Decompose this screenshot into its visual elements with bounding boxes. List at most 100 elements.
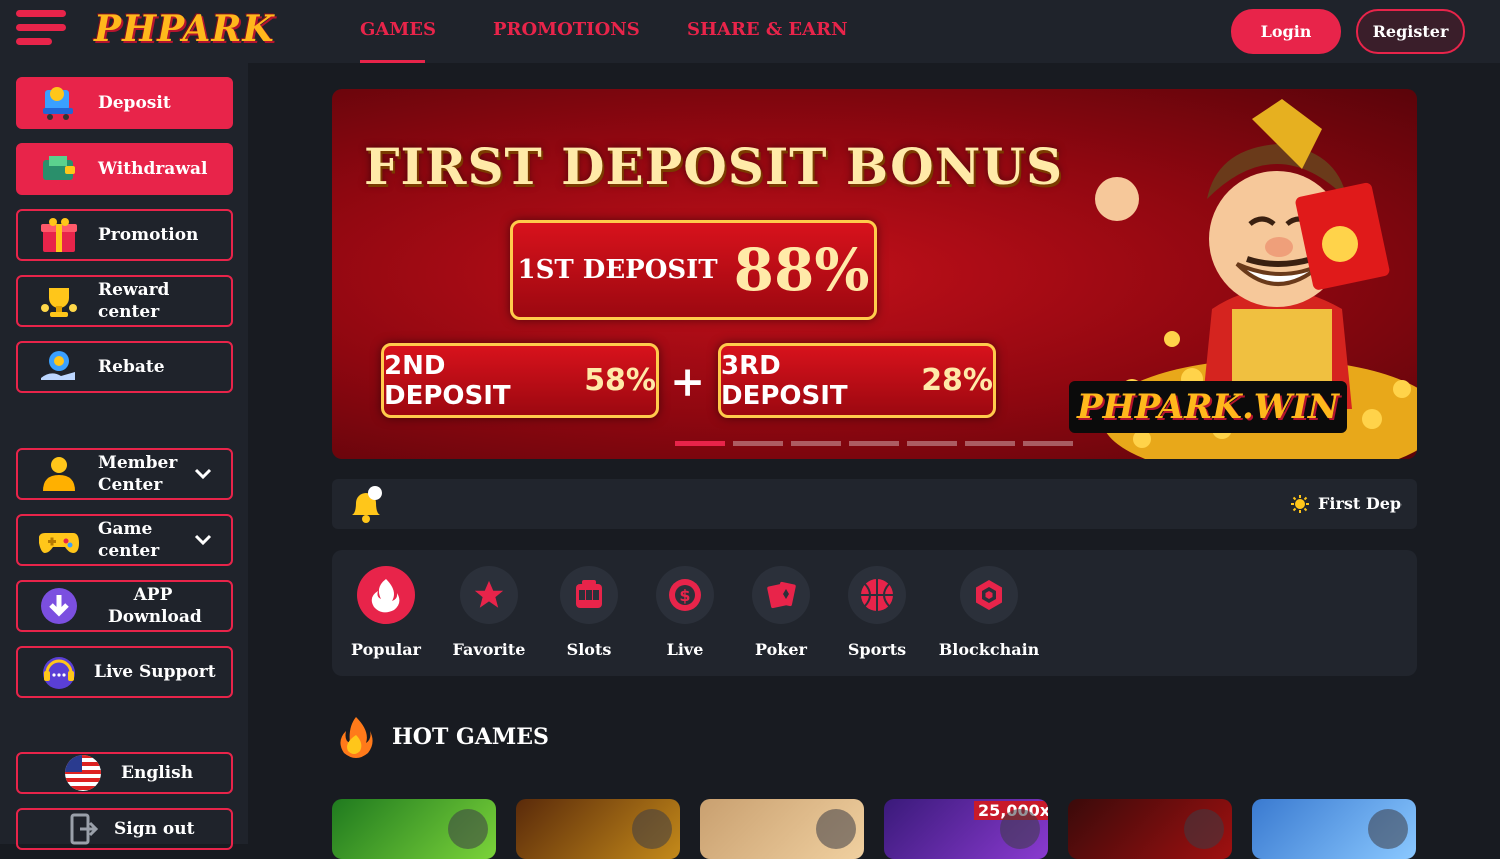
casino-chip-icon: $ <box>656 566 714 624</box>
category-label: Slots <box>566 640 612 659</box>
first-deposit-box: 1ST DEPOSIT 88% <box>510 220 877 320</box>
deposit-cart-icon <box>38 83 80 123</box>
category-popular[interactable]: Popular <box>341 566 431 659</box>
sidebar-item-label: Deposit <box>98 93 171 113</box>
second-deposit-label: 2ND DEPOSIT <box>384 350 511 411</box>
sidebar-item-promotion[interactable]: Promotion <box>16 209 233 261</box>
wallet-icon <box>38 149 80 189</box>
first-deposit-value: 88% <box>733 236 870 304</box>
star-icon <box>460 566 518 624</box>
category-label: Sports <box>847 640 907 659</box>
sidebar-item-label: Reward center <box>98 280 170 322</box>
announcement-bar: First Deposit <box>332 479 1417 529</box>
svg-text:$: $ <box>679 586 690 605</box>
category-live[interactable]: $ Live <box>640 566 730 659</box>
carousel-dots[interactable] <box>675 441 1073 446</box>
fire-icon <box>336 715 376 763</box>
chevron-down-icon[interactable] <box>193 464 213 484</box>
sidebar-item-label: Game center <box>98 519 160 561</box>
sidebar-item-member-center[interactable]: Member Center <box>16 448 233 500</box>
nav-tab-games[interactable]: GAMES <box>360 19 436 40</box>
heart-icon[interactable] <box>448 809 488 849</box>
category-poker[interactable]: Poker <box>736 566 826 659</box>
language-label: English <box>121 763 194 783</box>
game-card[interactable]: 25,000x <box>884 799 1048 859</box>
announcement-text: First Deposit <box>1318 494 1402 513</box>
bell-icon[interactable] <box>344 485 386 529</box>
heart-icon[interactable] <box>1000 809 1040 849</box>
login-button[interactable]: Login <box>1231 9 1341 54</box>
category-label: Live <box>666 640 704 659</box>
carousel-dot[interactable] <box>907 441 957 446</box>
game-card[interactable] <box>700 799 864 859</box>
category-sports[interactable]: Sports <box>832 566 922 659</box>
sidebar-item-label: Rebate <box>98 357 165 377</box>
sidebar: Deposit Withdrawal Promotion Reward cent… <box>0 63 248 850</box>
sign-out-label: Sign out <box>114 819 195 839</box>
game-card[interactable] <box>516 799 680 859</box>
sidebar-item-live-support[interactable]: Live Support <box>16 646 233 698</box>
active-tab-indicator <box>360 60 425 63</box>
promo-banner[interactable]: FIRST DEPOSIT BONUS 1ST DEPOSIT 88% 2ND … <box>332 89 1417 459</box>
sidebar-item-withdrawal[interactable]: Withdrawal <box>16 143 233 195</box>
sidebar-item-rebate[interactable]: Rebate <box>16 341 233 393</box>
heart-icon[interactable] <box>1368 809 1408 849</box>
download-icon <box>38 586 80 626</box>
playing-cards-icon <box>752 566 810 624</box>
category-slots[interactable]: Slots <box>544 566 634 659</box>
sidebar-item-app-download[interactable]: APP Download <box>16 580 233 632</box>
second-deposit-box: 2ND DEPOSIT 58% <box>381 343 659 418</box>
game-card[interactable] <box>332 799 496 859</box>
third-deposit-box: 3RD DEPOSIT 28% <box>718 343 996 418</box>
sidebar-item-game-center[interactable]: Game center <box>16 514 233 566</box>
game-card[interactable] <box>1068 799 1232 859</box>
carousel-dot[interactable] <box>675 441 725 446</box>
slot-machine-icon <box>560 566 618 624</box>
carousel-dot[interactable] <box>849 441 899 446</box>
top-bar: PHPARK GAMES PROMOTIONS SHARE & EARN Log… <box>0 0 1500 63</box>
category-favorite[interactable]: Favorite <box>444 566 534 659</box>
category-label: Popular <box>351 640 421 659</box>
carousel-dot[interactable] <box>791 441 841 446</box>
game-categories: Popular Favorite Slots $ Live Poker Spor… <box>332 550 1417 676</box>
chevron-down-icon[interactable] <box>193 530 213 550</box>
user-icon <box>38 454 80 494</box>
nav-tab-promotions[interactable]: PROMOTIONS <box>493 19 640 40</box>
second-deposit-value: 58% <box>584 363 656 398</box>
category-label: Blockchain <box>938 640 1040 659</box>
nav-tab-share-earn[interactable]: SHARE & EARN <box>687 19 848 40</box>
flame-icon <box>357 566 415 624</box>
register-button[interactable]: Register <box>1356 9 1465 54</box>
sidebar-item-reward-center[interactable]: Reward center <box>16 275 233 327</box>
site-logo[interactable]: PHPARK <box>94 8 275 50</box>
gift-icon <box>38 215 80 255</box>
category-label: Favorite <box>452 640 526 659</box>
third-deposit-value: 28% <box>921 363 993 398</box>
sign-out-icon <box>62 809 104 849</box>
sidebar-item-label: APP Download <box>108 585 202 627</box>
game-card[interactable] <box>1252 799 1416 859</box>
trophy-icon <box>38 281 80 321</box>
basketball-icon <box>848 566 906 624</box>
category-label: Poker <box>755 640 807 659</box>
sidebar-item-label: Member Center <box>98 453 178 495</box>
banner-brand: PHPARK.WIN <box>1069 381 1347 433</box>
us-flag-icon <box>62 753 104 793</box>
carousel-dot[interactable] <box>965 441 1015 446</box>
heart-icon[interactable] <box>1184 809 1224 849</box>
plus-sign: + <box>670 357 706 406</box>
sidebar-item-label: Withdrawal <box>98 159 208 179</box>
carousel-dot[interactable] <box>733 441 783 446</box>
rebate-coin-icon <box>38 347 80 387</box>
third-deposit-label: 3RD DEPOSIT <box>721 350 848 411</box>
menu-icon[interactable] <box>16 10 66 46</box>
language-selector[interactable]: English <box>16 752 233 794</box>
sidebar-item-label: Promotion <box>98 225 199 245</box>
sidebar-item-deposit[interactable]: Deposit <box>16 77 233 129</box>
category-blockchain[interactable]: Blockchain <box>939 566 1039 659</box>
hot-games-title: HOT GAMES <box>392 724 549 750</box>
gamepad-icon <box>38 520 80 560</box>
heart-icon[interactable] <box>632 809 672 849</box>
carousel-dot[interactable] <box>1023 441 1073 446</box>
heart-icon[interactable] <box>816 809 856 849</box>
